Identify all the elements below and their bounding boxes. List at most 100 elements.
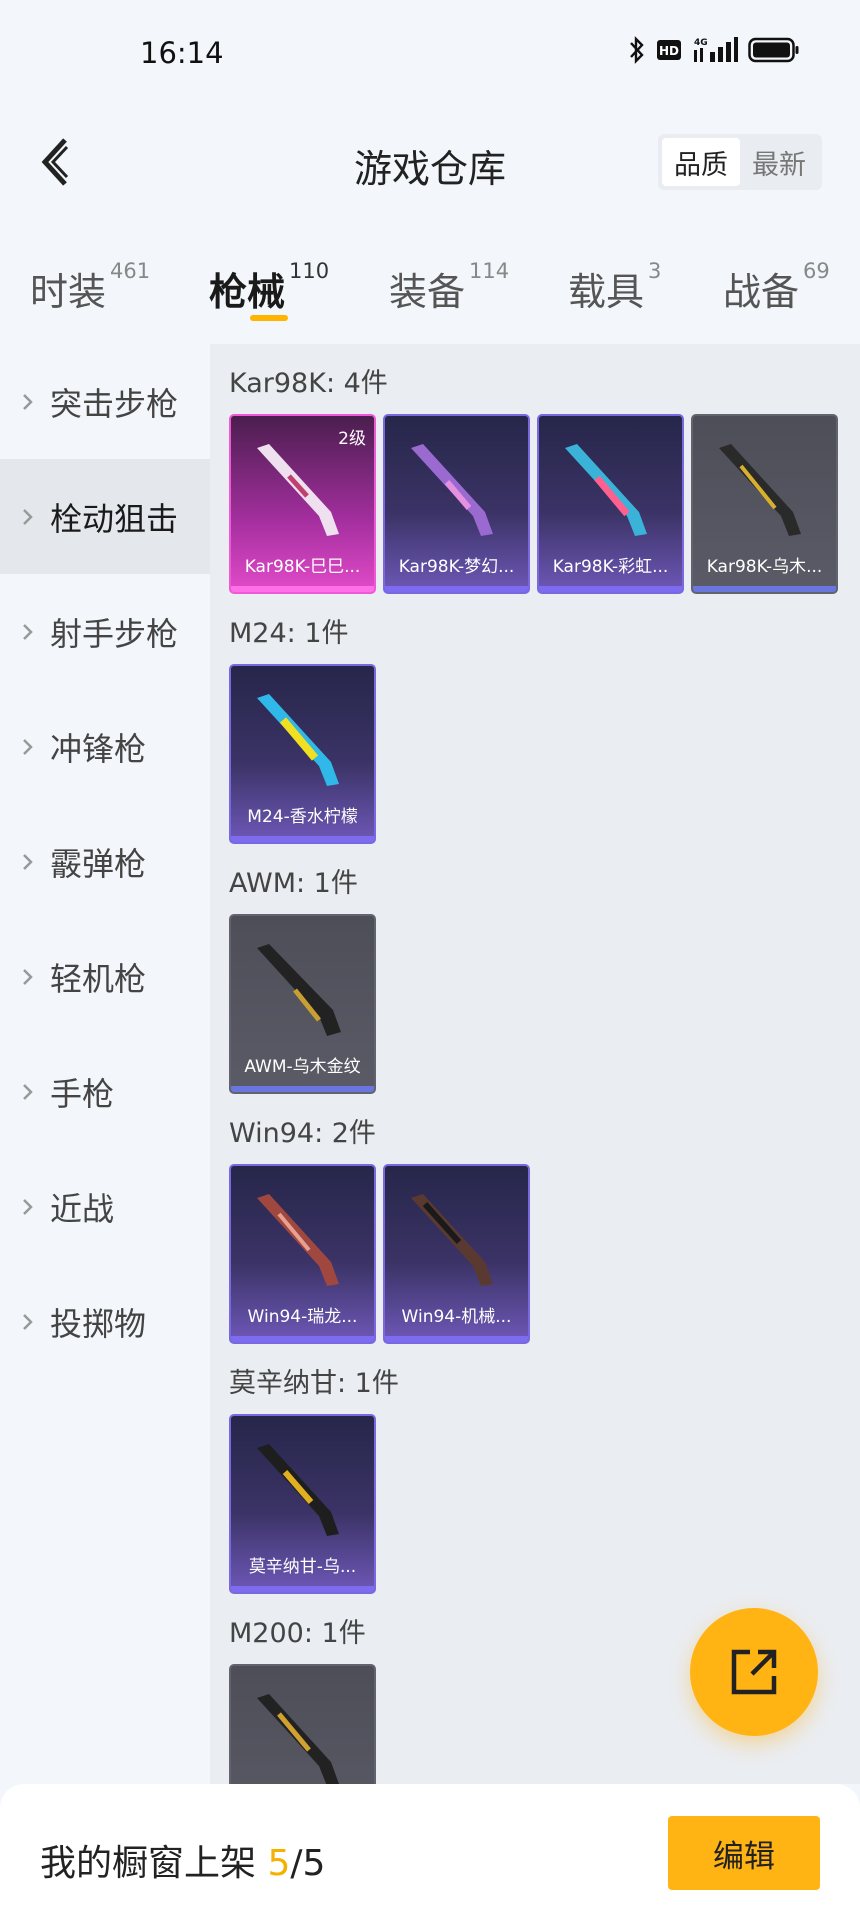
chevron-right-icon [22, 852, 38, 872]
chevron-right-icon [22, 507, 38, 527]
bluetooth-icon [630, 36, 644, 64]
sidebar-item-marksman-rifle[interactable]: 射手步枪 [0, 574, 210, 689]
signal-4g-icon: 4G [694, 37, 738, 62]
tab-label: 枪械 [209, 270, 286, 314]
item-card[interactable]: Win94-瑞龙... [229, 1164, 376, 1344]
sidebar-item-label: 射手步枪 [50, 614, 179, 653]
tab-vehicles[interactable]: 载具 3 [568, 259, 662, 316]
sort-toggle: 品质 最新 [658, 134, 822, 190]
chevron-right-icon [22, 392, 38, 412]
tab-firearms[interactable]: 枪械 110 [209, 259, 330, 316]
rarity-band [231, 586, 374, 592]
edit-button[interactable]: 编辑 [668, 1816, 820, 1890]
rarity-band [231, 1086, 374, 1092]
tab-label: 时装 [30, 270, 107, 314]
tab-label: 载具 [568, 270, 645, 314]
rarity-band [693, 586, 836, 592]
item-level-badge: 2级 [338, 429, 366, 449]
sidebar-item-bolt-sniper[interactable]: 栓动狙击 [0, 459, 210, 574]
sort-quality-button[interactable]: 品质 [662, 138, 740, 186]
group-title-m24: M24: 1件 [229, 618, 349, 649]
item-name: 莫辛纳甘-乌... [248, 1557, 357, 1577]
battery-icon [748, 37, 799, 63]
tab-count: 461 [110, 259, 151, 283]
share-button[interactable] [690, 1608, 818, 1736]
group-title-mosin: 莫辛纳甘: 1件 [229, 1368, 399, 1399]
item-card[interactable]: Kar98K-梦幻... [383, 414, 530, 594]
shelf-status: 我的橱窗上架 5/5 [40, 1834, 325, 1886]
shelf-total-count: /5 [290, 1843, 326, 1884]
card-row: M24-香水柠檬 [229, 664, 860, 844]
item-card[interactable]: Kar98K-乌木... [691, 414, 838, 594]
group-title-kar98k: Kar98K: 4件 [229, 368, 388, 399]
tab-equipment[interactable]: 装备 114 [389, 259, 509, 316]
chevron-right-icon [22, 1312, 38, 1332]
sidebar-item-label: 轻机枪 [50, 959, 147, 998]
chevron-right-icon [22, 1197, 38, 1217]
tab-count: 3 [648, 259, 662, 283]
sidebar-item-label: 霰弹枪 [50, 844, 147, 883]
card-row: 莫辛纳甘-乌... [229, 1414, 860, 1594]
item-card[interactable]: Win94-机械... [383, 1164, 530, 1344]
rarity-band [385, 1336, 528, 1342]
item-name: Kar98K-梦幻... [398, 557, 515, 577]
rifle-skin-icon [257, 1444, 339, 1536]
rarity-band [231, 1336, 374, 1342]
svg-text:4G: 4G [694, 38, 708, 48]
inventory-list: Kar98K: 4件 2级 Kar98K-巳巳... Kar98K-梦幻... … [210, 344, 860, 1784]
group-title-awm: AWM: 1件 [229, 868, 358, 899]
rifle-skin-icon [257, 1194, 339, 1286]
rarity-band [385, 586, 528, 592]
rifle-skin-icon [257, 444, 339, 536]
bottom-bar: 我的橱窗上架 5/5 编辑 [0, 1784, 860, 1920]
sidebar-item-melee[interactable]: 近战 [0, 1149, 210, 1264]
item-name: AWM-乌木金纹 [244, 1057, 361, 1077]
rifle-skin-icon [411, 1194, 493, 1286]
sidebar-item-assault-rifle[interactable]: 突击步枪 [0, 344, 210, 459]
rifle-skin-icon [411, 444, 493, 536]
sidebar-item-label: 冲锋枪 [50, 729, 147, 768]
chevron-right-icon [22, 967, 38, 987]
active-tab-indicator [250, 315, 288, 321]
sidebar-item-label: 近战 [50, 1189, 115, 1228]
sidebar-item-shotgun[interactable]: 霰弹枪 [0, 804, 210, 919]
item-card[interactable]: AWM-乌木金纹 [229, 914, 376, 1094]
rarity-band [231, 1586, 374, 1592]
group-title-win94: Win94: 2件 [229, 1118, 376, 1149]
sidebar-item-label: 突击步枪 [50, 384, 179, 423]
sidebar-item-pistol[interactable]: 手枪 [0, 1034, 210, 1149]
sidebar-item-smg[interactable]: 冲锋枪 [0, 689, 210, 804]
rifle-skin-icon [257, 944, 341, 1036]
sidebar-item-lmg[interactable]: 轻机枪 [0, 919, 210, 1034]
tab-count: 69 [803, 259, 830, 283]
item-name: Win94-机械... [401, 1307, 512, 1327]
rifle-skin-icon [719, 444, 801, 536]
shelf-current-count: 5 [267, 1843, 291, 1884]
chevron-right-icon [22, 737, 38, 757]
sidebar-item-throwable[interactable]: 投掷物 [0, 1264, 210, 1379]
hd-icon: HD [657, 40, 681, 60]
sort-newest-button[interactable]: 最新 [740, 138, 818, 186]
sidebar-item-label: 栓动狙击 [50, 499, 179, 538]
chevron-right-icon [22, 622, 38, 642]
status-time: 16:14 [140, 36, 224, 70]
header: 游戏仓库 品质 最新 [0, 110, 860, 215]
item-card[interactable]: M24-香水柠檬 [229, 664, 376, 844]
item-card[interactable]: Kar98K-彩虹... [537, 414, 684, 594]
svg-text:HD: HD [659, 44, 679, 58]
card-row: 2级 Kar98K-巳巳... Kar98K-梦幻... Kar98K-彩虹..… [229, 414, 860, 594]
tab-combat-prep[interactable]: 战备 69 [723, 259, 830, 316]
sidebar-item-label: 投掷物 [50, 1304, 147, 1343]
category-tabs: 时装 461 枪械 110 装备 114 载具 3 战备 69 [0, 245, 860, 335]
tab-fashion[interactable]: 时装 461 [30, 259, 151, 316]
status-bar: 16:14 HD 4G [0, 0, 860, 110]
item-card[interactable] [229, 1664, 376, 1784]
tab-label: 战备 [723, 270, 800, 314]
rifle-skin-icon [565, 444, 647, 536]
sidebar-item-label: 手枪 [50, 1074, 115, 1113]
item-name: Win94-瑞龙... [247, 1307, 358, 1327]
item-card[interactable]: 莫辛纳甘-乌... [229, 1414, 376, 1594]
item-card[interactable]: 2级 Kar98K-巳巳... [229, 414, 376, 594]
card-row: Win94-瑞龙... Win94-机械... [229, 1164, 860, 1344]
tab-count: 110 [289, 259, 330, 283]
